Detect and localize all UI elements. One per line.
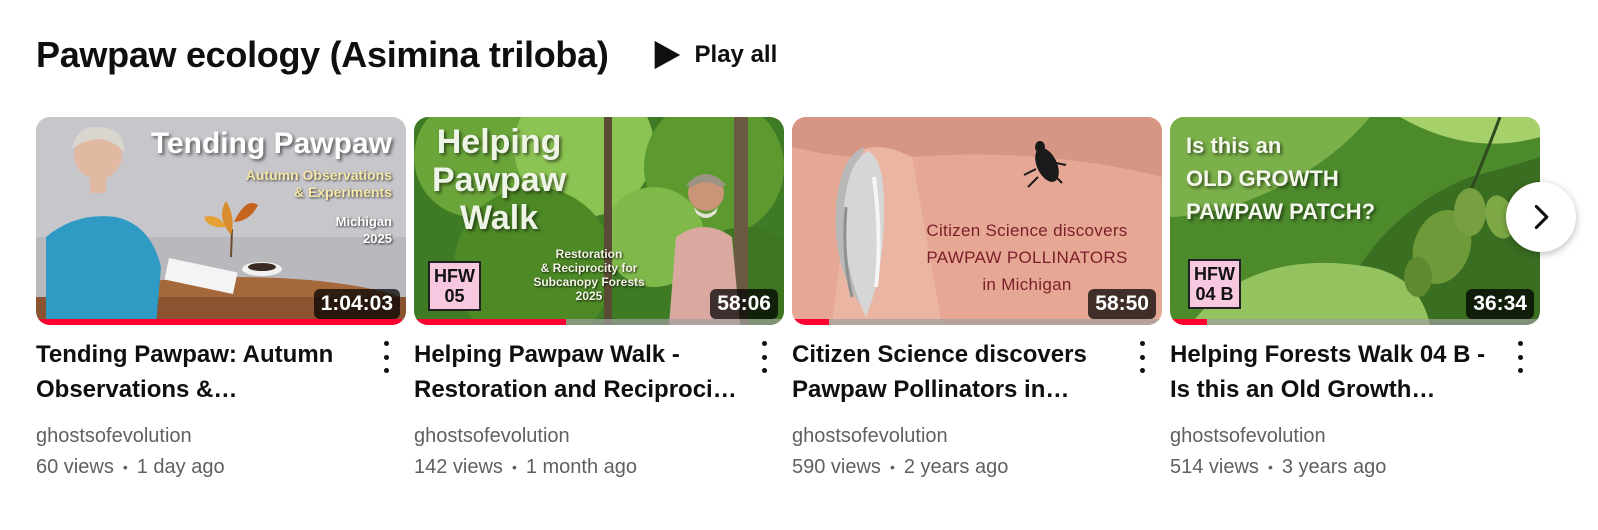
play-all-label: Play all (694, 41, 778, 68)
shelf-header: Pawpaw ecology (Asimina triloba) Play al… (36, 30, 777, 80)
video-card[interactable]: Helping Pawpaw Walk HFW 05 Restoration &… (414, 117, 784, 480)
tag-line: HFW (1194, 264, 1235, 284)
duration-badge: 1:04:03 (313, 289, 400, 319)
upload-age: 3 years ago (1281, 456, 1387, 478)
thumb-subtitle: Restoration & Reciprocity for Subcanopy … (524, 247, 654, 303)
video-title[interactable]: Helping Pawpaw Walk - Restoration and Re… (414, 337, 738, 407)
watch-progress-fill (36, 319, 403, 325)
view-count: 590 views (792, 456, 881, 478)
thumb-place: Michigan 2025 (336, 213, 392, 247)
video-stats: 142 views • 1 month ago (414, 454, 738, 480)
thumb-subtitle-line: & Experiments (293, 184, 392, 200)
channel-name[interactable]: ghostsofevolution (36, 423, 360, 449)
thumb-text: Citizen Science discovers PAWPAW POLLINA… (902, 217, 1152, 298)
thumb-title-line: Walk (460, 199, 539, 237)
watch-progress-bar (414, 319, 784, 325)
meta-separator: • (1267, 459, 1273, 475)
video-stats: 60 views • 1 day ago (36, 454, 360, 480)
meta-separator: • (889, 459, 895, 475)
thumb-title: Tending Pawpaw (150, 127, 392, 160)
play-icon (654, 40, 680, 70)
video-title[interactable]: Helping Forests Walk 04 B - Is this an O… (1170, 337, 1494, 407)
video-meta: Tending Pawpaw: Autumn Observations & Ex… (36, 337, 406, 480)
thumb-subtitle-line: Restoration (555, 247, 623, 261)
thumb-subtitle-line: & Reciprocity for (540, 261, 638, 275)
thumb-place-line: Michigan (335, 214, 392, 229)
video-title[interactable]: Citizen Science discovers Pawpaw Pollina… (792, 337, 1116, 407)
upload-age: 2 years ago (903, 456, 1009, 478)
upload-age: 1 day ago (136, 456, 225, 478)
thumb-subtitle-line: Autumn Observations (245, 167, 392, 183)
watch-progress-bar (36, 319, 406, 325)
watch-progress-fill (1170, 319, 1207, 325)
video-card[interactable]: Is this an OLD GROWTH PAWPAW PATCH? HFW … (1170, 117, 1540, 480)
tag-line: HFW (434, 266, 475, 286)
shelf-title[interactable]: Pawpaw ecology (Asimina triloba) (36, 34, 609, 76)
video-stats: 514 views • 3 years ago (1170, 454, 1494, 480)
watch-progress-fill (792, 319, 829, 325)
thumb-subtitle-line: Subcanopy Forests (533, 275, 645, 289)
upload-age: 1 month ago (525, 456, 638, 478)
meta-separator: • (511, 459, 517, 475)
thumb-title-line: Helping (436, 123, 562, 161)
video-title[interactable]: Tending Pawpaw: Autumn Observations & Ex… (36, 337, 360, 407)
duration-badge: 36:34 (1466, 289, 1534, 319)
tag-line: 04 B (1195, 284, 1234, 304)
video-card[interactable]: Tending Pawpaw Autumn Observations & Exp… (36, 117, 406, 480)
tag-line: 05 (444, 286, 465, 306)
thumb-title: Helping Pawpaw Walk (432, 123, 566, 237)
view-count: 60 views (36, 456, 114, 478)
thumb-subtitle: Autumn Observations & Experiments (246, 167, 392, 201)
view-count: 514 views (1170, 456, 1259, 478)
video-card[interactable]: Citizen Science discovers PAWPAW POLLINA… (792, 117, 1162, 480)
thumb-title-line: PAWPAW PATCH? (1186, 199, 1376, 224)
channel-name[interactable]: ghostsofevolution (1170, 423, 1494, 449)
watch-progress-fill (414, 319, 566, 325)
watch-progress-bar (792, 319, 1162, 325)
watch-progress-bar (1170, 319, 1540, 325)
video-meta: Citizen Science discovers Pawpaw Pollina… (792, 337, 1162, 480)
more-vert-icon[interactable] (1132, 341, 1152, 373)
video-thumbnail[interactable]: Citizen Science discovers PAWPAW POLLINA… (792, 117, 1162, 325)
thumb-text-line: PAWPAW POLLINATORS (926, 248, 1128, 267)
video-thumbnail[interactable]: Tending Pawpaw Autumn Observations & Exp… (36, 117, 406, 325)
duration-badge: 58:06 (710, 289, 778, 319)
thumb-year-line: 2025 (363, 231, 392, 246)
view-count: 142 views (414, 456, 503, 478)
video-meta: Helping Pawpaw Walk - Restoration and Re… (414, 337, 784, 480)
more-vert-icon[interactable] (376, 341, 396, 373)
thumb-title: Is this an OLD GROWTH PAWPAW PATCH? (1186, 129, 1375, 228)
channel-name[interactable]: ghostsofevolution (414, 423, 738, 449)
thumb-text-line: Citizen Science discovers (926, 221, 1128, 240)
next-button[interactable] (1506, 182, 1576, 252)
video-thumbnail[interactable]: Helping Pawpaw Walk HFW 05 Restoration &… (414, 117, 784, 325)
thumb-subtitle-line: 2025 (575, 289, 603, 303)
meta-separator: • (122, 459, 128, 475)
video-thumbnail[interactable]: Is this an OLD GROWTH PAWPAW PATCH? HFW … (1170, 117, 1540, 325)
more-vert-icon[interactable] (754, 341, 774, 373)
thumb-title-line: OLD GROWTH (1186, 166, 1339, 191)
thumb-title-line: Pawpaw (432, 161, 567, 199)
duration-badge: 58:50 (1088, 289, 1156, 319)
video-shelf: Tending Pawpaw Autumn Observations & Exp… (36, 117, 1576, 517)
play-all-button[interactable]: Play all (649, 38, 778, 72)
thumb-title-line: Is this an (1186, 133, 1282, 158)
video-stats: 590 views • 2 years ago (792, 454, 1116, 480)
video-meta: Helping Forests Walk 04 B - Is this an O… (1170, 337, 1540, 480)
hfw-tag: HFW 04 B (1188, 259, 1241, 309)
channel-name[interactable]: ghostsofevolution (792, 423, 1116, 449)
chevron-right-icon (1534, 204, 1549, 230)
more-vert-icon[interactable] (1510, 341, 1530, 373)
hfw-tag: HFW 05 (428, 261, 481, 311)
